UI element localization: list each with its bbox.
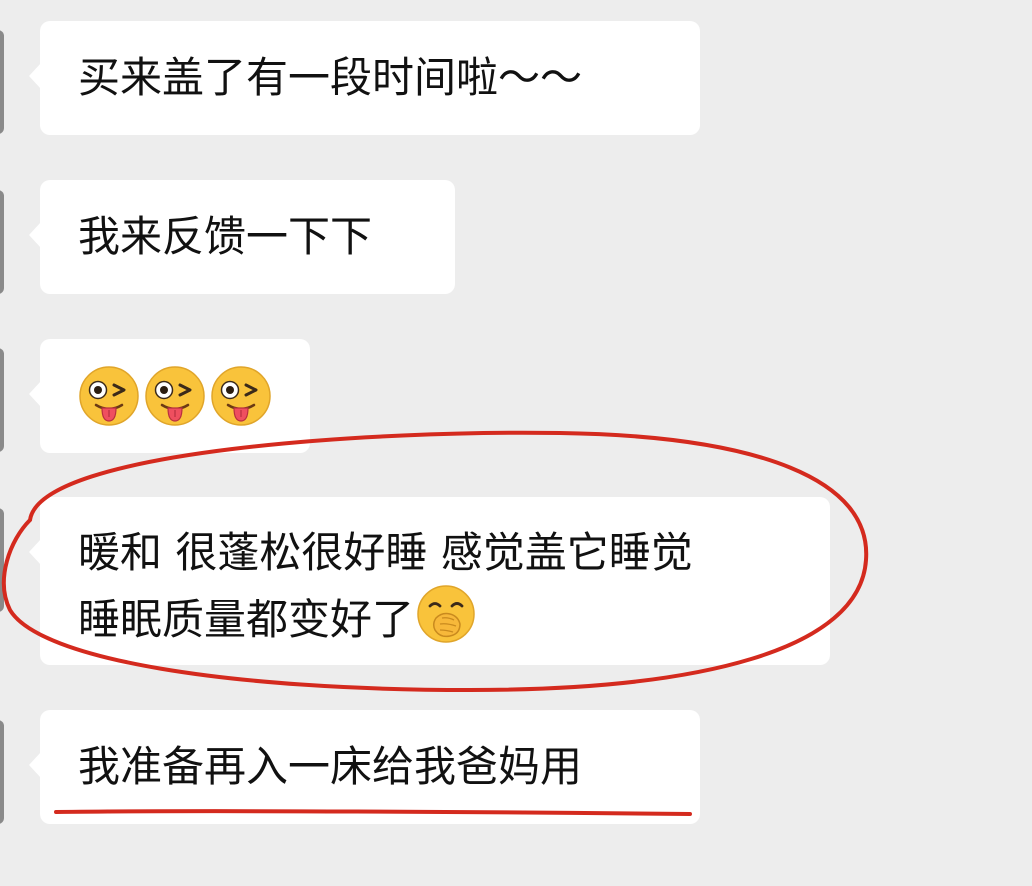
message-text: 买来盖了有一段时间啦～～ bbox=[78, 53, 583, 102]
winking-tongue-face-icon bbox=[144, 365, 206, 427]
message-text: 我准备再入一床给我爸妈用 bbox=[78, 742, 583, 791]
avatar[interactable] bbox=[0, 720, 4, 824]
message-bubble[interactable]: 我来反馈一下下 bbox=[29, 180, 455, 294]
avatar[interactable] bbox=[0, 30, 4, 134]
avatar[interactable] bbox=[0, 190, 4, 294]
chat-thread: 买来盖了有一段时间啦～～ 我来反馈一下下 暖和 很蓬松很好睡 感觉盖它睡觉 睡眠… bbox=[0, 0, 1032, 886]
winking-tongue-face-icon bbox=[78, 365, 140, 427]
message-bubble[interactable]: 我准备再入一床给我爸妈用 bbox=[29, 710, 700, 824]
message-text: 我来反馈一下下 bbox=[78, 212, 373, 261]
hand-over-mouth-face-icon bbox=[416, 584, 476, 661]
avatar[interactable] bbox=[0, 348, 4, 452]
message-text-line: 暖和 很蓬松很好睡 感觉盖它睡觉 bbox=[78, 528, 693, 577]
message-bubble[interactable]: 暖和 很蓬松很好睡 感觉盖它睡觉 睡眠质量都变好了 bbox=[29, 497, 830, 665]
emoji-message-bubble[interactable] bbox=[29, 339, 310, 453]
message-bubble[interactable]: 买来盖了有一段时间啦～～ bbox=[29, 21, 700, 135]
avatar[interactable] bbox=[0, 508, 4, 612]
winking-tongue-face-icon bbox=[210, 365, 272, 427]
message-text: 睡眠质量都变好了 bbox=[78, 595, 415, 644]
message-text-line: 睡眠质量都变好了 bbox=[78, 584, 792, 661]
